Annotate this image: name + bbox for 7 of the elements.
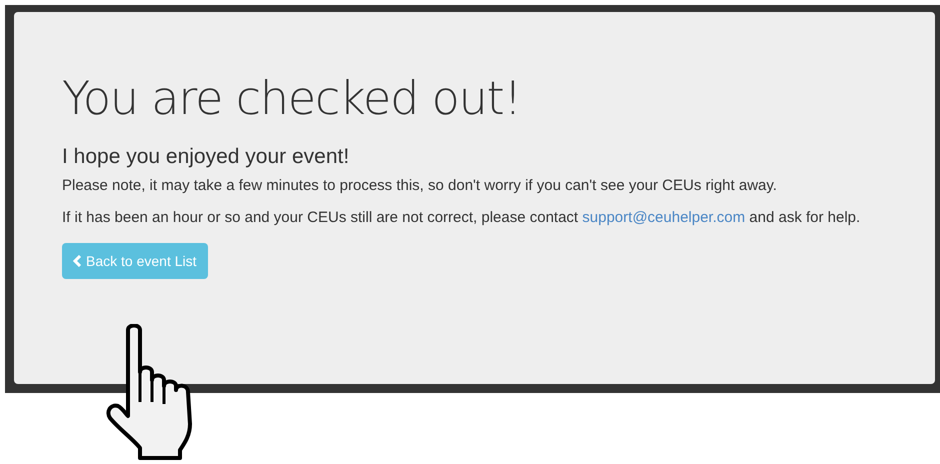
- subheading: I hope you enjoyed your event!: [62, 144, 350, 170]
- processing-note: Please note, it may take a few minutes to process this, so don't worry if you can't see your CEUs right away.: [62, 176, 778, 196]
- page-heading: You are checked out!: [62, 70, 521, 126]
- chevron-left-icon: [73, 255, 82, 267]
- support-email-link[interactable]: support@ceuhelper.com: [582, 209, 746, 226]
- help-message: If it has been an hour or so and your CEUs still are not correct, please contact support@ceuhelper.com and ask for help.: [62, 208, 862, 228]
- back-to-event-list-button[interactable]: Back to event List: [62, 243, 208, 279]
